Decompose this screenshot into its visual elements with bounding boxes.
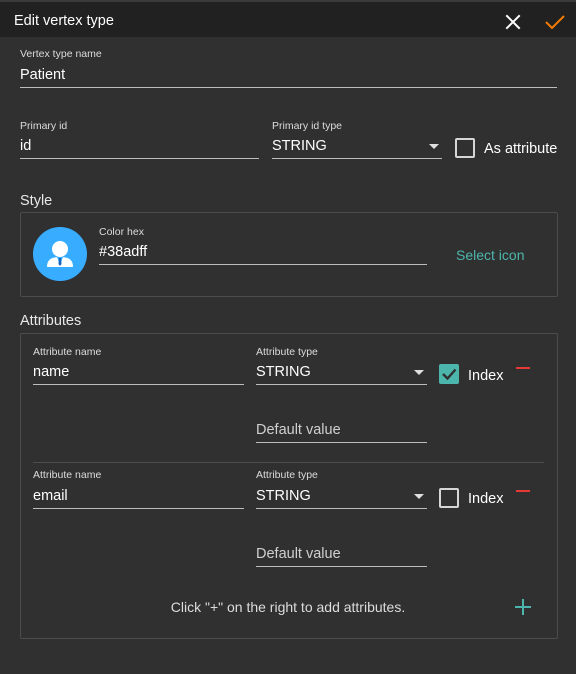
add-attributes-hint: Click "+" on the right to add attributes… <box>170 599 406 615</box>
color-hex-underline <box>99 264 427 265</box>
as-attribute-label: As attribute <box>484 141 558 157</box>
attribute-name-label: Attribute name <box>33 469 102 481</box>
default-value-placeholder: Default value <box>256 422 341 438</box>
primary-id-type-value: STRING <box>272 138 327 154</box>
avatar[interactable] <box>33 227 87 281</box>
attributes-section-title: Attributes <box>20 313 82 329</box>
primary-id-field[interactable]: id <box>20 133 259 159</box>
color-hex-field[interactable]: #38adff <box>99 239 427 265</box>
person-icon <box>47 241 73 267</box>
style-section-title: Style <box>20 193 53 209</box>
color-hex-label: Color hex <box>99 226 144 238</box>
vertex-name-label: Vertex type name <box>20 48 102 60</box>
remove-attribute-button[interactable] <box>516 367 530 369</box>
select-icon-button[interactable]: Select icon <box>456 247 524 263</box>
dialog-titlebar: Edit vertex type <box>0 0 576 37</box>
attribute-type-underline <box>256 384 427 385</box>
primary-id-label: Primary id <box>20 120 68 132</box>
primary-id-type-label: Primary id type <box>272 120 343 132</box>
check-icon <box>442 368 457 381</box>
attribute-name-field[interactable]: name <box>33 359 244 385</box>
attribute-type-underline <box>256 508 427 509</box>
default-value-field[interactable]: Default value <box>256 541 427 567</box>
chevron-down-icon <box>414 370 424 375</box>
attribute-type-select[interactable]: STRING <box>256 359 427 385</box>
vertex-name-underline <box>20 87 557 88</box>
vertex-name-field[interactable]: Patient <box>20 62 557 88</box>
primary-id-type-select[interactable]: STRING <box>272 133 442 159</box>
attribute-name-underline <box>33 508 244 509</box>
attribute-type-select[interactable]: STRING <box>256 483 427 509</box>
attribute-name-underline <box>33 384 244 385</box>
default-value-underline <box>256 442 427 443</box>
index-label: Index <box>468 368 504 384</box>
dialog-title: Edit vertex type <box>14 13 114 29</box>
default-value-underline <box>256 566 427 567</box>
default-value-field[interactable]: Default value <box>256 417 427 443</box>
close-button[interactable] <box>502 11 524 33</box>
attribute-type-label: Attribute type <box>256 469 318 481</box>
attribute-type-label: Attribute type <box>256 346 318 358</box>
index-checkbox[interactable] <box>439 364 459 384</box>
confirm-button[interactable] <box>543 11 567 33</box>
attribute-name-value: name <box>33 364 70 380</box>
chevron-down-icon <box>429 144 439 149</box>
attribute-name-field[interactable]: email <box>33 483 244 509</box>
primary-id-type-underline <box>272 158 442 159</box>
attribute-name-value: email <box>33 488 68 504</box>
close-icon <box>505 14 521 30</box>
edit-vertex-type-dialog: Edit vertex type Vertex type name Patien… <box>0 0 576 674</box>
primary-id-value: id <box>20 138 32 154</box>
chevron-down-icon <box>414 494 424 499</box>
primary-id-underline <box>20 158 259 159</box>
color-hex-value: #38adff <box>99 244 148 260</box>
vertex-name-value: Patient <box>20 67 66 83</box>
remove-attribute-button[interactable] <box>516 490 530 492</box>
as-attribute-checkbox[interactable] <box>455 138 475 158</box>
index-label: Index <box>468 491 504 507</box>
attribute-divider <box>33 462 544 463</box>
attribute-type-value: STRING <box>256 488 311 504</box>
check-icon <box>545 15 565 30</box>
add-attribute-button[interactable] <box>515 599 531 615</box>
attribute-name-label: Attribute name <box>33 346 102 358</box>
index-checkbox[interactable] <box>439 488 459 508</box>
default-value-placeholder: Default value <box>256 546 341 562</box>
attribute-type-value: STRING <box>256 364 311 380</box>
